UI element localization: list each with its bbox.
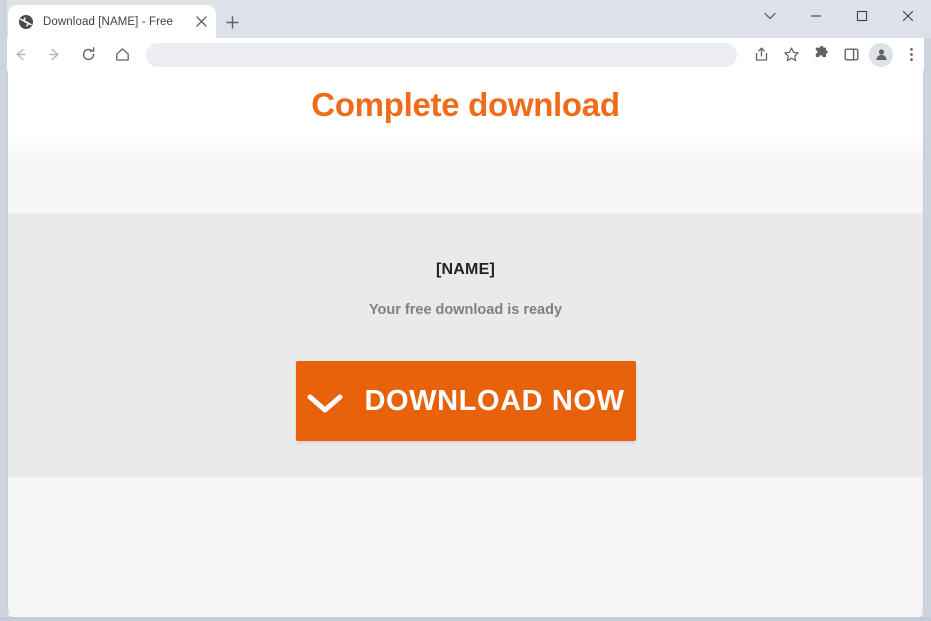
share-icon[interactable] [747, 41, 775, 69]
home-icon[interactable] [108, 41, 136, 69]
tab-search-button[interactable] [747, 0, 793, 31]
side-panel-icon[interactable] [837, 41, 865, 69]
product-name: [NAME] [436, 261, 495, 278]
puzzle-icon[interactable] [807, 41, 835, 69]
close-button[interactable] [885, 0, 931, 31]
download-panel: [NAME] Your free download is ready DOWNL… [8, 213, 923, 477]
reload-icon[interactable] [74, 41, 102, 69]
tabstrip-left-edge [0, 0, 7, 38]
tab-close-icon[interactable] [192, 13, 210, 31]
minimize-button[interactable] [793, 0, 839, 31]
new-tab-button[interactable] [219, 9, 245, 35]
tab-title: Download [NAME] - Free [43, 15, 174, 28]
star-icon[interactable] [777, 41, 805, 69]
back-icon[interactable] [6, 41, 34, 69]
content-top-spacer [8, 169, 923, 213]
maximize-button[interactable] [839, 0, 885, 31]
profile-avatar-icon[interactable] [867, 41, 895, 69]
window-left-edge [0, 38, 7, 618]
address-bar-input[interactable] [146, 42, 737, 67]
page-title: Complete download [311, 86, 620, 123]
chevron-down-icon [306, 392, 344, 414]
browser-tab[interactable]: Download [NAME] - Free [8, 5, 216, 38]
desktop-background-bottom [0, 617, 931, 621]
browser-toolbar [0, 38, 931, 71]
header-gradient-divider [8, 139, 923, 169]
three-dot-menu-icon[interactable] [897, 41, 925, 69]
globe-icon [18, 14, 34, 30]
download-ready-text: Your free download is ready [368, 302, 563, 318]
browser-window: Download [NAME] - Free Complete download… [0, 0, 931, 621]
download-now-label: DOWNLOAD NOW [364, 384, 625, 417]
window-right-edge [924, 38, 931, 618]
page-viewport: Complete download [NAME] Your free downl… [8, 71, 923, 614]
tab-strip: Download [NAME] - Free [0, 0, 931, 38]
avatar [869, 42, 893, 67]
window-controls [747, 0, 931, 31]
toolbar-right-actions [745, 41, 925, 69]
page-header: Complete download [8, 71, 923, 139]
forward-icon[interactable] [40, 41, 68, 69]
download-now-button[interactable]: DOWNLOAD NOW [295, 361, 636, 441]
